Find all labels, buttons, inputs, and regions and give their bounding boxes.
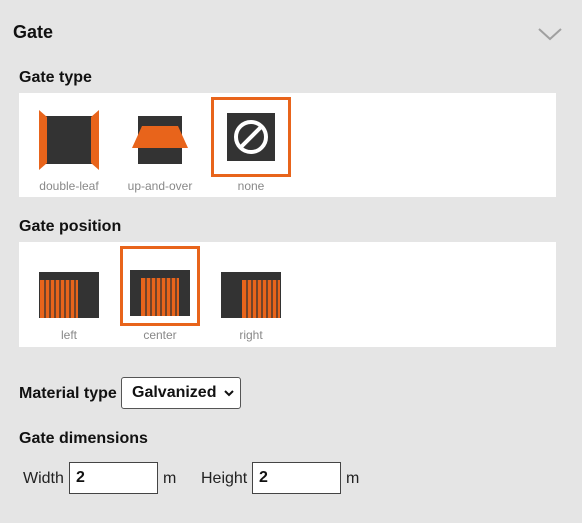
double-leaf-gate-icon — [39, 110, 99, 170]
gate-type-option-none[interactable] — [211, 97, 291, 177]
gate-type-option-double-leaf[interactable] — [29, 100, 109, 180]
gate-dimensions-label: Gate dimensions — [19, 430, 148, 447]
gate-type-label-up-and-over: up-and-over — [127, 179, 193, 193]
gate-center-icon — [130, 270, 190, 316]
gate-position-option-center[interactable] — [120, 246, 200, 326]
material-type-value: Galvanized — [132, 384, 217, 401]
chevron-down-icon[interactable] — [536, 26, 564, 42]
gate-left-icon — [39, 272, 99, 318]
gate-position-option-right[interactable] — [211, 248, 291, 328]
gate-type-label-none: none — [237, 179, 265, 193]
width-input[interactable]: 2 — [69, 462, 158, 494]
gate-panel: Gate Gate type double-leaf up-and-over n… — [0, 0, 582, 523]
width-label: Width — [23, 470, 64, 487]
gate-type-label-double-leaf: double-leaf — [39, 179, 99, 193]
gate-type-options: double-leaf up-and-over none — [19, 93, 556, 197]
panel-header[interactable]: Gate — [0, 0, 582, 64]
chevron-down-icon — [224, 390, 234, 397]
material-type-select[interactable]: Galvanized — [121, 377, 241, 409]
none-icon — [227, 113, 275, 161]
panel-title: Gate — [13, 22, 54, 42]
gate-type-label: Gate type — [19, 69, 92, 86]
up-and-over-gate-icon — [132, 116, 188, 164]
gate-position-label-center: center — [143, 328, 177, 342]
width-unit: m — [163, 470, 177, 487]
gate-position-label: Gate position — [19, 218, 122, 235]
height-unit: m — [346, 470, 360, 487]
gate-right-icon — [221, 272, 281, 318]
gate-position-label-left: left — [60, 328, 77, 342]
gate-position-label-right: right — [239, 328, 263, 342]
gate-position-option-left[interactable] — [29, 248, 109, 328]
height-label: Height — [201, 470, 248, 487]
height-input[interactable]: 2 — [252, 462, 341, 494]
material-type-label: Material type — [19, 385, 117, 402]
gate-position-options: left center right — [19, 242, 556, 347]
gate-type-option-up-and-over[interactable] — [120, 100, 200, 180]
